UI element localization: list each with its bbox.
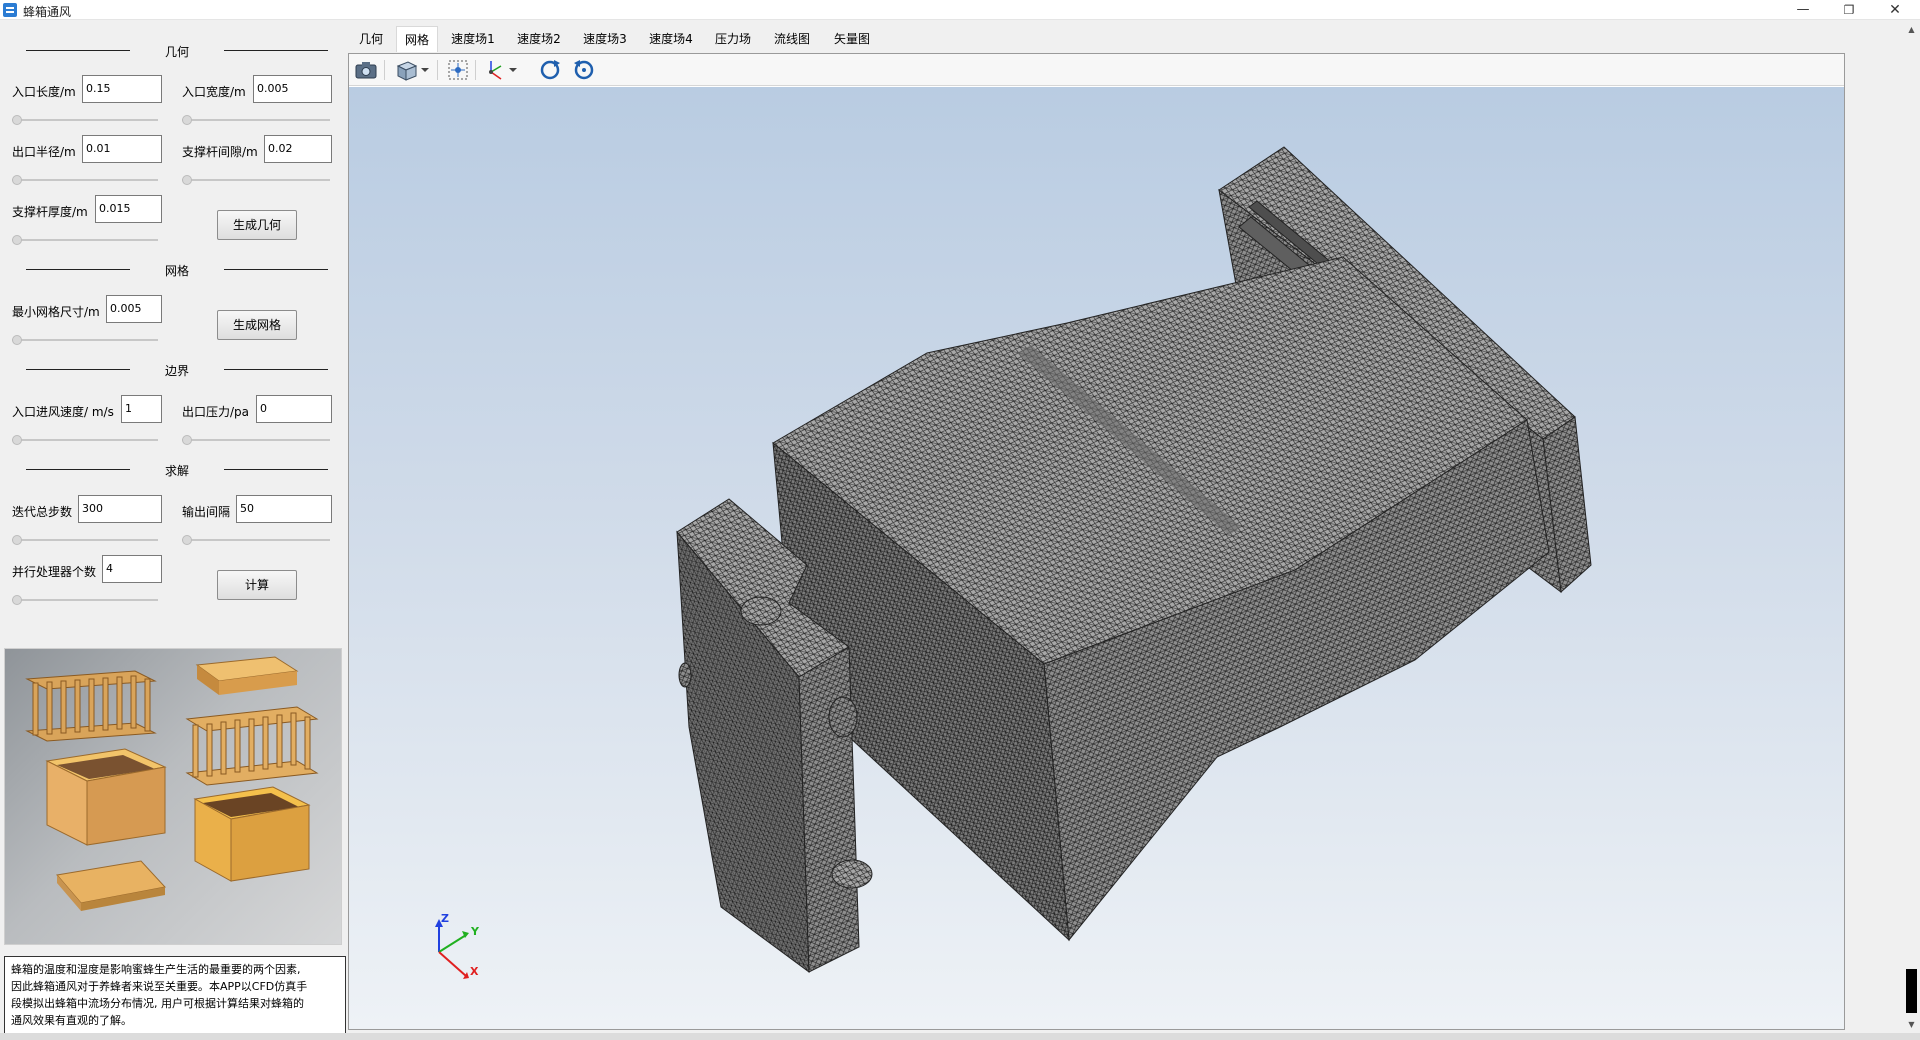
vertical-scrollbar[interactable]: ▲ ▼ (1903, 21, 1920, 1033)
strut-thickness-slider[interactable] (12, 234, 158, 246)
tab-geometry[interactable]: 几何 (346, 26, 396, 52)
minimize-button[interactable]: — (1780, 0, 1826, 20)
description-line: 通风效果有直观的了解。 (11, 1014, 132, 1027)
3d-viewport[interactable]: Z Y X (349, 87, 1844, 1029)
description-line: 因此蜂箱通风对于养蜂者来说至关重要。本APP以CFD仿真手 (11, 980, 308, 993)
min-mesh-size-label: 最小网格尺寸/m (12, 305, 100, 319)
strut-thickness-label: 支撑杆厚度/m (12, 205, 88, 219)
total-iterations-slider[interactable] (12, 534, 158, 546)
maximize-button[interactable]: ❐ (1826, 0, 1872, 20)
scroll-thumb[interactable] (1906, 969, 1917, 1013)
outlet-radius-slider[interactable] (12, 174, 158, 186)
inlet-width-slider[interactable] (182, 114, 330, 126)
strut-thickness-input[interactable]: 0.015 (95, 195, 162, 223)
axis-z-label: Z (441, 912, 449, 925)
outlet-pressure-input[interactable]: 0 (256, 395, 332, 423)
description-line: 段模拟出蜂箱中流场分布情况, 用户可根据计算结果对蜂箱的 (11, 997, 304, 1010)
mesh-viewer: Z Y X (348, 53, 1845, 1030)
strut-spacing-label: 支撑杆间隙/m (182, 145, 258, 159)
status-bar (0, 1033, 1920, 1040)
tab-velocity-4[interactable]: 速度场4 (638, 26, 704, 52)
compute-button[interactable]: 计算 (217, 570, 297, 600)
scroll-down-icon[interactable]: ▼ (1903, 1016, 1920, 1033)
outlet-radius-input[interactable]: 0.01 (82, 135, 162, 163)
axis-y-label: Y (470, 925, 480, 938)
window-title: 蜂箱通风 (23, 5, 72, 19)
output-interval-slider[interactable] (182, 534, 330, 546)
generate-mesh-button[interactable]: 生成网格 (217, 310, 297, 340)
beehive-preview-image (4, 648, 342, 945)
tab-mesh[interactable]: 网格 (396, 26, 438, 52)
strut-spacing-input[interactable]: 0.02 (264, 135, 332, 163)
min-mesh-size-slider[interactable] (12, 334, 158, 346)
description-line: 蜂箱的温度和湿度是影响蜜蜂生产生活的最重要的两个因素, (11, 963, 301, 976)
strut-spacing-slider[interactable] (182, 174, 330, 186)
section-mesh-title: 网格 (164, 264, 189, 278)
section-boundary: 边界 (26, 362, 328, 378)
tab-velocity-1[interactable]: 速度场1 (440, 26, 506, 52)
processors-slider[interactable] (12, 594, 158, 606)
section-mesh: 网格 (26, 262, 328, 278)
app-description: 蜂箱的温度和湿度是影响蜜蜂生产生活的最重要的两个因素, 因此蜂箱通风对于养蜂者来… (4, 956, 346, 1038)
inlet-width-label: 入口宽度/m (182, 85, 246, 99)
outlet-pressure-slider[interactable] (182, 434, 330, 446)
scroll-up-icon[interactable]: ▲ (1903, 21, 1920, 38)
min-mesh-size-input[interactable]: 0.005 (106, 295, 162, 323)
viewer-toolbar (349, 54, 1844, 86)
close-button[interactable]: ✕ (1872, 0, 1918, 20)
zoom-fit-icon[interactable] (445, 58, 471, 82)
output-interval-label: 输出间隔 (182, 505, 231, 519)
tab-pressure[interactable]: 压力场 (704, 26, 762, 52)
tab-streamlines[interactable]: 流线图 (762, 26, 822, 52)
tab-vectors[interactable]: 矢量图 (822, 26, 882, 52)
inlet-length-slider[interactable] (12, 114, 158, 126)
tab-velocity-3[interactable]: 速度场3 (572, 26, 638, 52)
section-geometry: 几何 (26, 43, 328, 59)
axes-icon[interactable] (481, 58, 507, 82)
mesh-model[interactable]: Z Y X (349, 87, 1844, 1029)
generate-geometry-button[interactable]: 生成几何 (217, 210, 297, 240)
total-iterations-input[interactable]: 300 (78, 495, 162, 523)
inlet-velocity-label: 入口进风速度/ m/s (12, 405, 114, 419)
rotate-icon[interactable] (537, 58, 563, 82)
beehive-parts-illustration (25, 656, 319, 911)
section-boundary-title: 边界 (164, 364, 189, 378)
section-solve-title: 求解 (164, 464, 189, 478)
processors-label: 并行处理器个数 (12, 565, 97, 579)
view-dropdown-icon[interactable] (419, 58, 431, 82)
inlet-velocity-slider[interactable] (12, 434, 158, 446)
processors-input[interactable]: 4 (102, 555, 162, 583)
outlet-radius-label: 出口半径/m (12, 145, 76, 159)
inlet-length-input[interactable]: 0.15 (82, 75, 162, 103)
camera-icon[interactable] (353, 58, 379, 82)
view-cube-icon[interactable] (393, 58, 419, 82)
section-solve: 求解 (26, 462, 328, 478)
title-bar: 蜂箱通风 — ❐ ✕ (0, 0, 1920, 20)
app-icon (3, 3, 17, 17)
parameter-panel: 几何 入口长度/m 0.15 入口宽度/m 0.005 出口半径/m 0.01 … (0, 21, 346, 1038)
tab-velocity-2[interactable]: 速度场2 (506, 26, 572, 52)
axes-dropdown-icon[interactable] (507, 58, 519, 82)
output-interval-input[interactable]: 50 (236, 495, 332, 523)
axis-triad: Z Y X (435, 912, 480, 979)
axis-x-label: X (470, 965, 479, 978)
inlet-velocity-input[interactable]: 1 (121, 395, 162, 423)
inlet-width-input[interactable]: 0.005 (253, 75, 332, 103)
reset-view-icon[interactable] (571, 58, 597, 82)
section-geometry-title: 几何 (164, 45, 189, 59)
total-iterations-label: 迭代总步数 (12, 505, 73, 519)
outlet-pressure-label: 出口压力/pa (182, 405, 250, 419)
inlet-length-label: 入口长度/m (12, 85, 76, 99)
